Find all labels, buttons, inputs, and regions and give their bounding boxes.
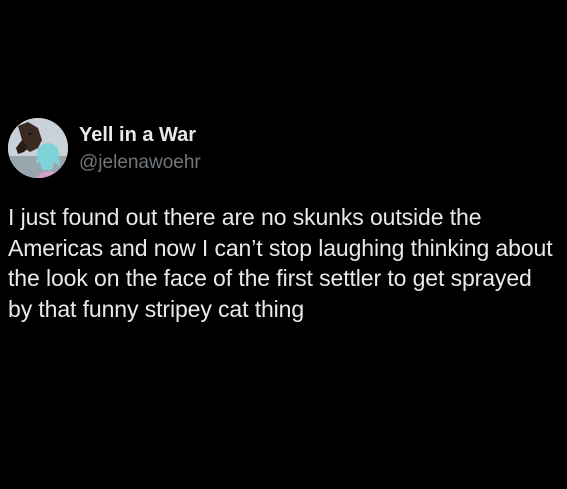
avatar[interactable] [8, 118, 68, 178]
avatar-image [8, 118, 68, 178]
tweet: Yell in a War @jelenawoehr I just found … [8, 116, 559, 324]
author-handle[interactable]: @jelenawoehr [79, 151, 201, 175]
author-display-name[interactable]: Yell in a War [79, 123, 201, 147]
tweet-header: Yell in a War @jelenawoehr [8, 116, 559, 180]
author-names: Yell in a War @jelenawoehr [79, 123, 201, 175]
tweet-text: I just found out there are no skunks out… [8, 204, 553, 322]
